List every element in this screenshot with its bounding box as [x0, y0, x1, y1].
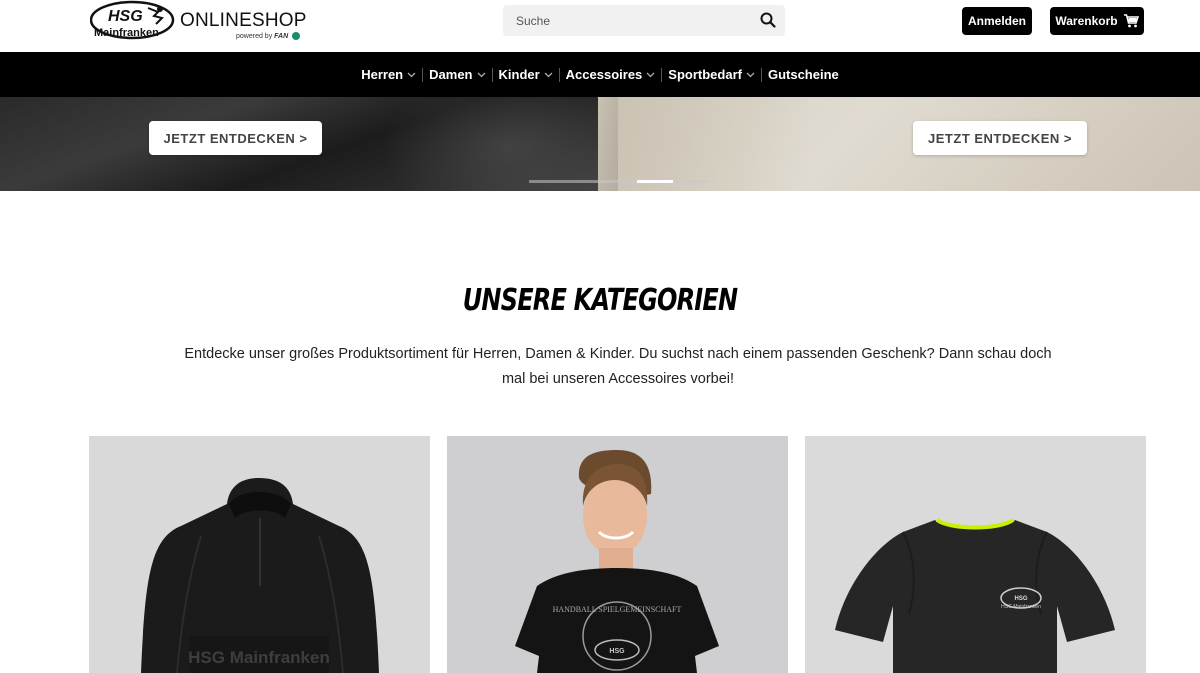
chevron-down-icon — [477, 72, 485, 77]
categories-heading: UNSERE KATEGORIEN — [462, 283, 738, 318]
slider-dot[interactable] — [565, 180, 601, 183]
svg-text:HANDBALL SPIELGEMEINSCHAFT: HANDBALL SPIELGEMEINSCHAFT — [553, 605, 682, 614]
search-icon[interactable] — [760, 12, 776, 28]
site-header: HSG Mainfranken ONLINESHOP powered by FA… — [0, 0, 1200, 52]
categories-description: Entdecke unser großes Produktsortiment f… — [184, 346, 1052, 387]
chevron-down-icon — [746, 72, 755, 77]
slider-dot[interactable] — [601, 180, 637, 183]
cart-button[interactable]: Warenkorb — [1050, 7, 1144, 35]
fan-logo-icon — [292, 32, 301, 40]
category-card-herren[interactable]: HSG Mainfranken — [89, 436, 430, 673]
slider-pagination — [529, 180, 709, 183]
chevron-down-icon — [646, 72, 655, 77]
login-button[interactable]: Anmelden — [962, 7, 1032, 35]
woman-tshirt-image: HANDBALL SPIELGEMEINSCHAFT HSG — [515, 450, 719, 673]
hero-slider: JETZT ENTDECKEN > JETZT ENTDECKEN > — [0, 97, 1200, 191]
svg-text:HSG Mainfranken: HSG Mainfranken — [188, 648, 330, 667]
nav-item-gutscheine[interactable]: Gutscheine — [762, 67, 845, 82]
category-card-damen[interactable]: HANDBALL SPIELGEMEINSCHAFT HSG — [447, 436, 788, 673]
svg-text:HSG Mainfranken: HSG Mainfranken — [1001, 604, 1041, 610]
svg-text:HSG: HSG — [609, 648, 625, 655]
cart-icon — [1123, 14, 1139, 28]
powered-by-label: powered by FAN — [236, 32, 301, 40]
sport-shirt-image: HSG HSG Mainfranken — [835, 518, 1115, 673]
onlineshop-label: ONLINESHOP — [180, 10, 307, 31]
hero-discover-button-left[interactable]: JETZT ENTDECKEN > — [149, 121, 322, 155]
hero-slide-beige — [598, 97, 1200, 191]
shop-logo[interactable]: HSG Mainfranken ONLINESHOP powered by FA… — [90, 0, 310, 46]
black-anorak-image: HSG Mainfranken — [141, 478, 379, 673]
hero-discover-button-right[interactable]: JETZT ENTDECKEN > — [913, 121, 1087, 155]
slider-dot-active[interactable] — [637, 180, 673, 183]
nav-item-herren[interactable]: Herren — [355, 67, 422, 82]
svg-text:Mainfranken: Mainfranken — [94, 27, 159, 39]
nav-item-sportbedarf[interactable]: Sportbedarf — [662, 67, 761, 82]
nav-item-damen[interactable]: Damen — [423, 67, 491, 82]
nav-item-kinder[interactable]: Kinder — [493, 67, 559, 82]
nav-item-accessoires[interactable]: Accessoires — [560, 67, 662, 82]
chevron-down-icon — [407, 72, 416, 77]
slider-dot[interactable] — [673, 180, 709, 183]
svg-text:HSG: HSG — [108, 8, 143, 25]
chevron-down-icon — [544, 72, 553, 77]
hsg-emblem-icon: HSG Mainfranken — [90, 0, 175, 40]
search-input[interactable] — [503, 5, 753, 36]
main-navigation: Herren Damen Kinder Accessoires Sportbed… — [0, 52, 1200, 97]
category-card-kinder[interactable]: HSG HSG Mainfranken — [805, 436, 1146, 673]
svg-text:HSG: HSG — [1014, 596, 1027, 602]
slider-dot[interactable] — [529, 180, 565, 183]
search-bar — [503, 5, 785, 36]
